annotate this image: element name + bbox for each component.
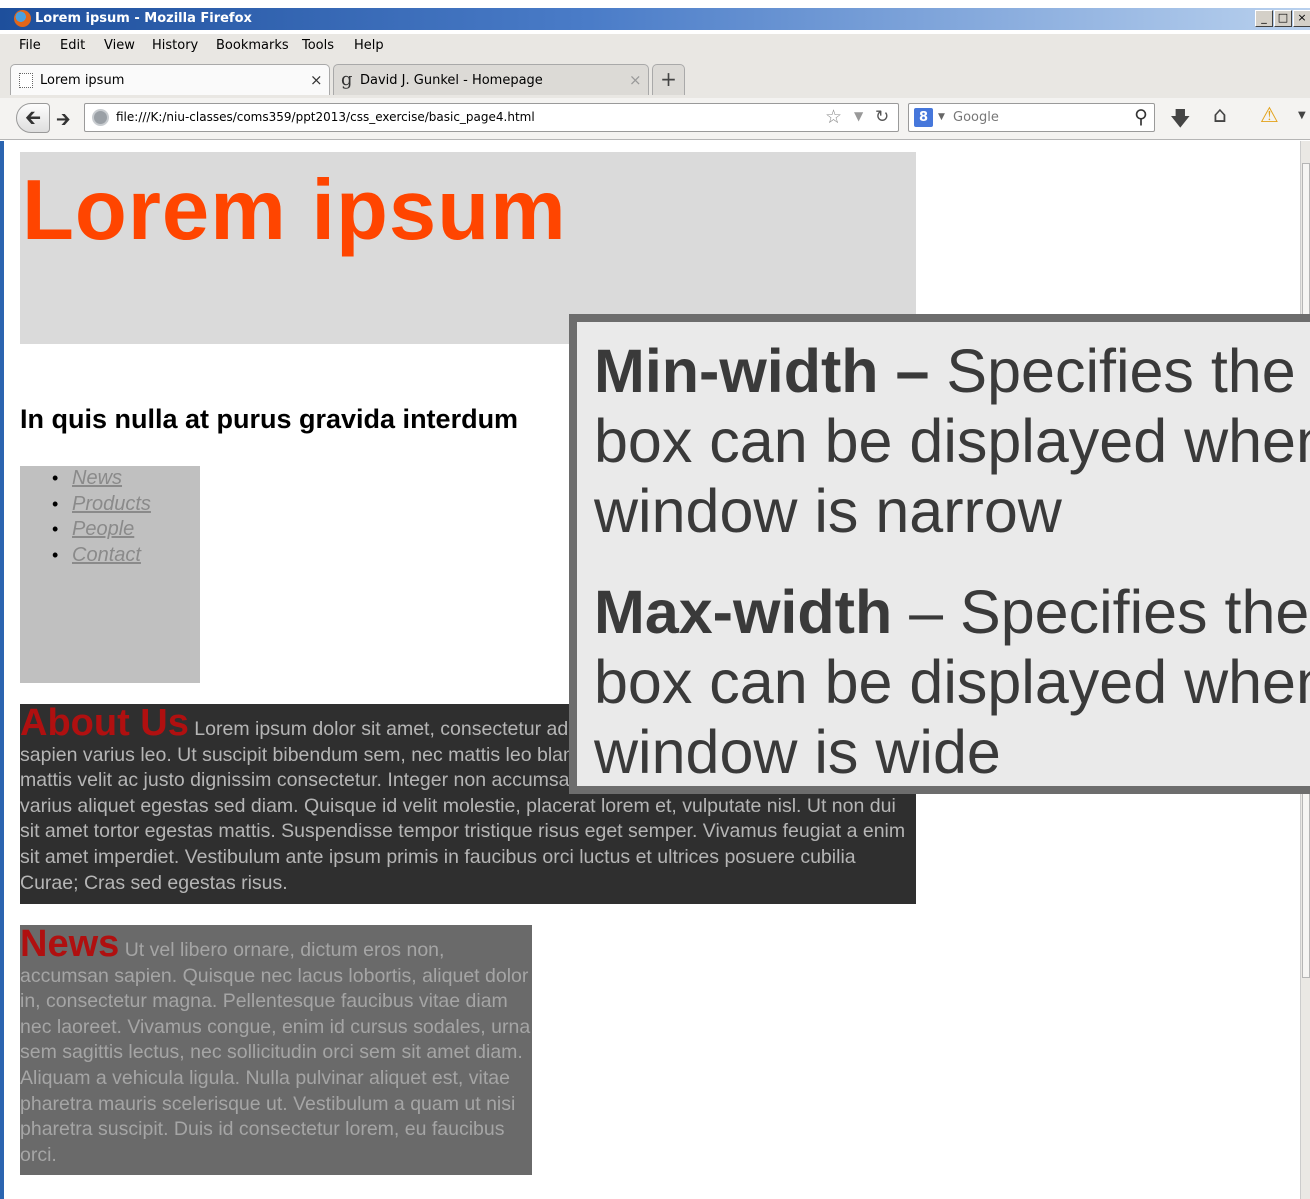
close-window-button[interactable]: × [1293,10,1310,27]
callout-max-line3: window is wide [594,718,1001,786]
warning-icon[interactable]: ⚠ [1260,103,1279,127]
news-section: News Ut vel libero ornare, dictum eros n… [20,925,532,1175]
tab-strip: Lorem ipsum × g David J. Gunkel - Homepa… [0,60,1310,98]
page-nav: News Products People Contact [20,466,200,683]
browser-window: Lorem ipsum - Mozilla Firefox _ □ × File… [0,0,1310,1199]
download-icon[interactable]: 🡇 [1170,104,1191,138]
menu-history[interactable]: History [152,38,198,53]
new-tab-button[interactable]: + [652,64,685,95]
news-text: News Ut vel libero ornare, dictum eros n… [20,925,532,1168]
home-icon[interactable]: ⌂ [1213,103,1227,128]
callout-min-line2: box can be displayed when [594,407,1310,475]
forward-arrow-icon[interactable]: 🡲 [56,107,71,137]
tab-label: David J. Gunkel - Homepage [360,73,543,88]
star-icon[interactable]: ☆ [825,106,842,128]
menu-help[interactable]: Help [354,38,384,53]
navigation-toolbar: 🡰 🡲 file:///K:/niu-classes/coms359/ppt20… [0,98,1310,140]
tab-gunkel-homepage[interactable]: g David J. Gunkel - Homepage × [333,64,649,95]
minimize-button[interactable]: _ [1255,10,1273,27]
menu-file[interactable]: File [19,38,41,53]
max-width-term: Max-width [594,578,893,646]
magnifier-icon[interactable]: ⚲ [1134,106,1148,128]
callout-min-line1: Min-width – Specifies the s [594,337,1310,405]
menu-edit[interactable]: Edit [60,38,85,53]
title-bar: Lorem ipsum - Mozilla Firefox _ □ × [0,8,1310,30]
engine-dropdown-icon[interactable]: ▼ [938,112,945,122]
menu-tools[interactable]: Tools [302,38,334,53]
window-title: Lorem ipsum - Mozilla Firefox [35,11,252,26]
menu-bookmarks[interactable]: Bookmarks [216,38,289,53]
menu-view[interactable]: View [104,38,135,53]
menu-bar: File Edit View History Bookmarks Tools H… [0,34,1310,60]
url-bar[interactable]: file:///K:/niu-classes/coms359/ppt2013/c… [84,103,899,132]
google-engine-icon[interactable]: 8 [914,108,933,127]
callout-max-line2: box can be displayed when [594,648,1310,716]
nav-link-contact[interactable]: Contact [52,543,151,569]
news-body: Ut vel libero ornare, dictum eros non, a… [20,939,531,1166]
search-bar[interactable]: 8 ▼ Google ⚲ [908,103,1155,132]
gunkel-favicon-icon: g [341,69,353,90]
firefox-logo-icon [14,10,31,27]
tab-lorem-ipsum[interactable]: Lorem ipsum × [10,64,330,95]
back-arrow-icon[interactable]: 🡰 [16,103,50,133]
nav-link-products[interactable]: Products [52,492,151,518]
callout-min-line3: window is narrow [594,477,1062,545]
tab-close-icon[interactable]: × [310,71,323,89]
about-heading: About Us [20,704,189,744]
tab-label: Lorem ipsum [40,73,125,88]
reload-icon[interactable]: ↻ [875,107,889,127]
url-text[interactable]: file:///K:/niu-classes/coms359/ppt2013/c… [116,110,535,124]
nav-link-people[interactable]: People [52,517,151,543]
nav-link-news[interactable]: News [52,466,151,492]
nav-list: News Products People Contact [52,466,151,568]
globe-icon [92,109,109,126]
news-heading: News [20,925,120,965]
page-subheading: In quis nulla at purus gravida interdum [20,404,519,434]
page-title: Lorem ipsum [22,163,567,258]
tab-close-icon[interactable]: × [629,71,642,89]
desktop-edge [0,141,4,1199]
toolbar-overflow-icon[interactable]: ▼ [1298,110,1306,121]
min-width-term: Min-width – [594,337,930,405]
maximize-button[interactable]: □ [1274,10,1292,27]
callout-max-line1: Max-width – Specifies the l [594,578,1310,646]
slide-callout: Min-width – Specifies the s box can be d… [569,314,1310,794]
url-dropdown-icon[interactable]: ▼ [854,109,863,123]
search-input[interactable]: Google [953,110,999,125]
blank-page-icon [19,73,33,88]
